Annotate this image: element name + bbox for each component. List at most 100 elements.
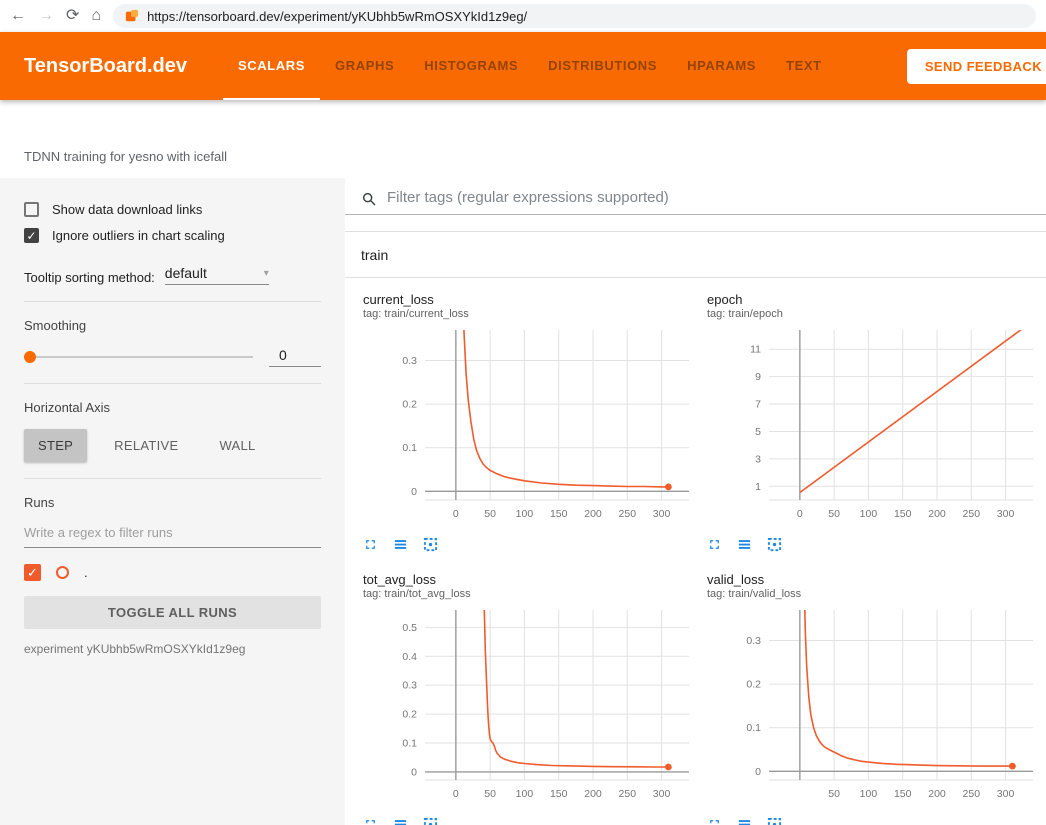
- svg-text:150: 150: [550, 788, 568, 800]
- svg-text:0.1: 0.1: [402, 737, 417, 749]
- svg-text:150: 150: [894, 788, 912, 800]
- tab-scalars[interactable]: SCALARS: [223, 32, 320, 100]
- fit-domain-icon[interactable]: [767, 537, 782, 552]
- fullscreen-icon[interactable]: [363, 537, 378, 552]
- chart-title: epoch: [705, 292, 1039, 307]
- chart-title: valid_loss: [705, 572, 1039, 587]
- tab-histograms[interactable]: HISTOGRAMS: [409, 32, 533, 100]
- divider: [24, 478, 321, 479]
- refresh-icon[interactable]: ⟳: [66, 8, 79, 24]
- stacked-lines-icon[interactable]: [393, 817, 408, 825]
- axis-relative-button[interactable]: RELATIVE: [100, 429, 192, 462]
- tab-graphs[interactable]: GRAPHS: [320, 32, 409, 100]
- fit-domain-icon[interactable]: [423, 537, 438, 552]
- fit-domain-icon[interactable]: [767, 817, 782, 825]
- show-download-links-checkbox-row[interactable]: Show data download links: [24, 202, 321, 217]
- svg-text:7: 7: [755, 399, 761, 411]
- chart-actions: [705, 817, 1039, 825]
- address-bar[interactable]: https://tensorboard.dev/experiment/yKUbh…: [113, 4, 1036, 28]
- epoch-line-chart[interactable]: 0501001502002503001357911: [705, 322, 1039, 527]
- divider: [24, 301, 321, 302]
- tooltip-sorting-dropdown[interactable]: default ▾: [165, 265, 269, 285]
- run-checkbox[interactable]: ✓: [24, 564, 41, 581]
- svg-text:300: 300: [997, 508, 1015, 520]
- smoothing-value[interactable]: 0: [269, 347, 321, 367]
- run-row: ✓ .: [24, 564, 321, 581]
- svg-text:0.2: 0.2: [402, 709, 417, 721]
- train-section-header[interactable]: train: [345, 232, 1046, 278]
- send-feedback-button[interactable]: SEND FEEDBACK: [907, 49, 1046, 84]
- svg-text:200: 200: [928, 788, 946, 800]
- tot-avg-loss-line-chart[interactable]: 05010015020025030000.10.20.30.40.5: [361, 602, 695, 807]
- chart-card-tot-avg-loss: tot_avg_loss tag: train/tot_avg_loss 050…: [361, 572, 695, 825]
- chart-tag: tag: train/current_loss: [361, 307, 695, 322]
- toggle-all-runs-button[interactable]: TOGGLE ALL RUNS: [24, 596, 321, 629]
- tab-hparams[interactable]: HPARAMS: [672, 32, 771, 100]
- ignore-outliers-label: Ignore outliers in chart scaling: [52, 228, 225, 243]
- svg-text:200: 200: [584, 788, 602, 800]
- show-download-links-label: Show data download links: [52, 202, 202, 217]
- chart-tag: tag: train/epoch: [705, 307, 1039, 322]
- stacked-lines-icon[interactable]: [737, 537, 752, 552]
- svg-text:250: 250: [963, 508, 981, 520]
- browser-toolbar: ← → ⟳ ⌂ https://tensorboard.dev/experime…: [0, 0, 1046, 32]
- tooltip-sorting-label: Tooltip sorting method:: [24, 270, 155, 285]
- fit-domain-icon[interactable]: [423, 817, 438, 825]
- ignore-outliers-checkbox-row[interactable]: ✓ Ignore outliers in chart scaling: [24, 228, 321, 243]
- tab-text[interactable]: TEXT: [771, 32, 837, 100]
- svg-text:100: 100: [860, 788, 878, 800]
- checkbox-unchecked[interactable]: [24, 202, 39, 217]
- svg-text:150: 150: [550, 508, 568, 520]
- stacked-lines-icon[interactable]: [393, 537, 408, 552]
- svg-text:100: 100: [516, 508, 534, 520]
- tooltip-sorting-value: default: [165, 265, 207, 281]
- charts-grid: current_loss tag: train/current_loss 050…: [345, 278, 1046, 825]
- fullscreen-icon[interactable]: [707, 817, 722, 825]
- fullscreen-icon[interactable]: [707, 537, 722, 552]
- axis-step-button[interactable]: STEP: [24, 429, 87, 462]
- chart-card-current-loss: current_loss tag: train/current_loss 050…: [361, 292, 695, 552]
- chart-card-valid-loss: valid_loss tag: train/valid_loss 5010015…: [705, 572, 1039, 825]
- svg-text:0: 0: [411, 486, 417, 498]
- train-section-card: train current_loss tag: train/current_lo…: [345, 231, 1046, 825]
- svg-text:0.3: 0.3: [746, 635, 761, 647]
- stacked-lines-icon[interactable]: [737, 817, 752, 825]
- svg-text:300: 300: [997, 788, 1015, 800]
- runs-filter-input[interactable]: [24, 525, 321, 548]
- valid-loss-line-chart[interactable]: 5010015020025030000.10.20.3: [705, 602, 1039, 807]
- runs-label: Runs: [24, 495, 321, 510]
- svg-text:250: 250: [963, 788, 981, 800]
- fullscreen-icon[interactable]: [363, 817, 378, 825]
- forward-icon[interactable]: →: [38, 8, 54, 24]
- tag-filter-input[interactable]: [387, 189, 1030, 214]
- svg-text:0: 0: [453, 508, 459, 520]
- chart-actions: [361, 817, 695, 825]
- svg-text:150: 150: [894, 508, 912, 520]
- smoothing-slider-knob[interactable]: [24, 351, 36, 363]
- svg-text:0.2: 0.2: [402, 399, 417, 411]
- svg-text:0: 0: [797, 508, 803, 520]
- smoothing-slider[interactable]: [24, 356, 253, 358]
- svg-text:300: 300: [653, 508, 671, 520]
- horizontal-axis-label: Horizontal Axis: [24, 400, 321, 415]
- svg-text:50: 50: [828, 788, 840, 800]
- svg-text:200: 200: [584, 508, 602, 520]
- tag-filter-row: [345, 178, 1046, 215]
- tab-distributions[interactable]: DISTRIBUTIONS: [533, 32, 672, 100]
- svg-text:0.1: 0.1: [402, 442, 417, 454]
- checkbox-checked[interactable]: ✓: [24, 228, 39, 243]
- run-color-circle-icon[interactable]: [56, 566, 69, 579]
- svg-text:0.4: 0.4: [402, 651, 417, 663]
- svg-text:1: 1: [755, 481, 761, 493]
- chart-tag: tag: train/tot_avg_loss: [361, 587, 695, 602]
- back-icon[interactable]: ←: [10, 8, 26, 24]
- url-text[interactable]: https://tensorboard.dev/experiment/yKUbh…: [147, 9, 527, 24]
- svg-text:0.2: 0.2: [746, 679, 761, 691]
- axis-wall-button[interactable]: WALL: [205, 429, 269, 462]
- current-loss-line-chart[interactable]: 05010015020025030000.10.20.3: [361, 322, 695, 527]
- chart-actions: [705, 537, 1039, 552]
- plugin-tabs: SCALARS GRAPHS HISTOGRAMS DISTRIBUTIONS …: [223, 32, 837, 100]
- svg-text:0.3: 0.3: [402, 680, 417, 692]
- search-icon: [361, 191, 377, 207]
- home-icon[interactable]: ⌂: [91, 8, 101, 24]
